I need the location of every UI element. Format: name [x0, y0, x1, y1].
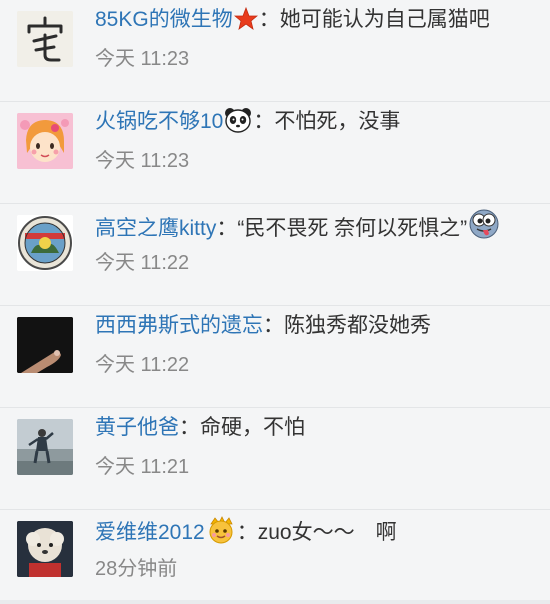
separator: ：: [263, 314, 284, 337]
timestamp: 今天 11:23: [95, 150, 190, 172]
comment-line: 高空之鹰kitty：“民不畏死 奈何以死惧之”: [95, 208, 501, 250]
crown-emoji-icon: [206, 514, 236, 554]
dark-photo-avatar[interactable]: [17, 317, 73, 373]
comment-text: zuo女～～ 啊: [257, 521, 397, 544]
username-link[interactable]: 爱维维2012: [95, 521, 205, 544]
timestamp: 28分钟前: [95, 558, 178, 580]
separator: ：: [179, 416, 200, 439]
timestamp: 今天 11:21: [95, 456, 190, 478]
comment-text: “民不畏死 奈何以死惧之”: [237, 217, 468, 240]
tongue-face-emoji-icon: [468, 208, 500, 250]
separator: ：: [236, 521, 258, 544]
comment-text: 陈独秀都没她秀: [284, 314, 431, 337]
timestamp: 今天 11:22: [95, 354, 190, 376]
comment-line: 爱维维2012 ：zuo女～～ 啊: [95, 514, 397, 554]
comment-feed: 85KG的微生物 ：她可能认为自己属猫吧 今天 11:23 火锅吃不够10 ：不怕死…: [0, 0, 550, 604]
comment-item: 85KG的微生物 ：她可能认为自己属猫吧 今天 11:23: [0, 0, 550, 102]
cartoon-girl-avatar[interactable]: [17, 113, 73, 169]
beach-child-avatar[interactable]: [17, 419, 73, 475]
comment-item: 黄子他爸：命硬，不怕 今天 11:21: [0, 408, 550, 510]
comment-line: 西西弗斯式的遗忘：陈独秀都没她秀: [95, 310, 431, 342]
poodle-avatar[interactable]: [17, 521, 73, 577]
separator: ：: [216, 217, 238, 240]
comment-text: 命硬，不怕: [200, 416, 305, 439]
username-link[interactable]: 火锅吃不够10: [95, 110, 223, 133]
comment-line: 85KG的微生物 ：她可能认为自己属猫吧: [95, 4, 490, 41]
bottom-divider: [0, 600, 550, 604]
username-link[interactable]: 黄子他爸: [95, 416, 179, 439]
comment-line: 火锅吃不够10 ：不怕死，没事: [95, 106, 400, 143]
separator: ：: [258, 8, 280, 31]
comment-item: 西西弗斯式的遗忘：陈独秀都没她秀 今天 11:22: [0, 306, 550, 408]
zhai-character-avatar[interactable]: [17, 11, 73, 67]
comment-text: 她可能认为自己属猫吧: [279, 8, 490, 31]
timestamp: 今天 11:22: [95, 252, 190, 274]
badge-avatar[interactable]: [17, 215, 73, 271]
username-link[interactable]: 高空之鹰kitty: [95, 217, 216, 240]
separator: ：: [253, 110, 275, 133]
timestamp: 今天 11:23: [95, 48, 190, 70]
panda-emoji-icon: [224, 107, 252, 143]
red-star-icon: [233, 6, 258, 41]
comment-text: 不怕死，没事: [274, 110, 401, 133]
username-link[interactable]: 85KG的微生物: [95, 8, 233, 31]
comment-item: 火锅吃不够10 ：不怕死，没事 今天 11:23: [0, 102, 550, 204]
username-link[interactable]: 西西弗斯式的遗忘: [95, 314, 263, 337]
comment-line: 黄子他爸：命硬，不怕: [95, 412, 305, 444]
comment-item: 爱维维2012 ：zuo女～～ 啊 28分钟前: [0, 510, 550, 600]
comment-item: 高空之鹰kitty：“民不畏死 奈何以死惧之” 今天 11:22: [0, 204, 550, 306]
